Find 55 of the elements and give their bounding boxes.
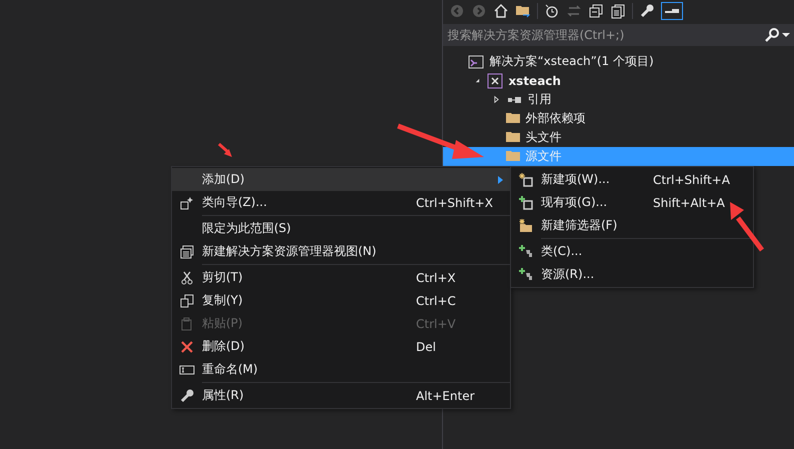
menu-item[interactable]: 类(C)... bbox=[511, 240, 753, 263]
menu-item[interactable]: 剪切(T) Ctrl+X bbox=[172, 266, 510, 289]
menu-item[interactable]: 资源(R)... bbox=[511, 263, 753, 286]
home[interactable] bbox=[493, 2, 510, 20]
delete-icon bbox=[179, 338, 195, 354]
window-view-icon bbox=[179, 244, 195, 260]
menu-item[interactable]: 新建筛选器(F) bbox=[511, 214, 753, 237]
menu-item[interactable]: 添加(D) bbox=[172, 168, 510, 191]
annotation-arrow bbox=[218, 142, 232, 157]
wrench-icon bbox=[639, 3, 656, 19]
menu-item[interactable]: 现有项(G)... Shift+Alt+A bbox=[511, 191, 753, 214]
add-resource-icon bbox=[518, 266, 534, 282]
show-files-icon bbox=[610, 3, 626, 19]
tree-item[interactable]: xsteach bbox=[443, 71, 794, 90]
collapse-all[interactable] bbox=[588, 2, 604, 20]
menu-item[interactable]: 删除(D) Del bbox=[172, 335, 510, 358]
show-files[interactable] bbox=[610, 2, 626, 20]
collapsed-arrow-icon bbox=[492, 95, 501, 104]
collapse-all-icon bbox=[588, 3, 604, 19]
history-icon bbox=[544, 3, 560, 19]
wrench[interactable] bbox=[639, 2, 656, 20]
folder-icon bbox=[506, 113, 520, 124]
tree-item[interactable]: 解决方案“xsteach”(1 个项目) bbox=[443, 52, 794, 71]
add-item-icon bbox=[518, 194, 534, 210]
tree-item[interactable]: 外部依赖项 bbox=[443, 109, 794, 128]
sync-folder-icon bbox=[515, 3, 532, 19]
menu-item[interactable]: 属性(R) Alt+Enter bbox=[172, 384, 510, 407]
new-folder-icon bbox=[518, 218, 534, 234]
tree-item[interactable]: 头文件 bbox=[443, 128, 794, 147]
menu-item[interactable]: 复制(Y) Ctrl+C bbox=[172, 289, 510, 312]
wrench-icon bbox=[179, 388, 195, 404]
project-icon bbox=[487, 72, 504, 88]
folder-icon bbox=[506, 132, 520, 143]
menu-item[interactable]: 限定为此范围(S) bbox=[172, 217, 510, 240]
back-icon bbox=[449, 3, 466, 19]
menu-item[interactable]: 新建项(W)... Ctrl+Shift+A bbox=[511, 168, 753, 191]
folder-icon bbox=[506, 151, 520, 162]
menu-item[interactable]: 重命名(M) bbox=[172, 358, 510, 381]
wizard-icon bbox=[179, 194, 195, 210]
preview[interactable] bbox=[661, 2, 684, 20]
annotation-arrow bbox=[730, 202, 764, 252]
copy-icon bbox=[179, 292, 195, 308]
sync-icon bbox=[566, 3, 582, 19]
menu-item[interactable]: 新建解决方案资源管理器视图(N) bbox=[172, 240, 510, 263]
add-class-icon bbox=[518, 244, 534, 260]
menu-item[interactable]: 类向导(Z)... Ctrl+Shift+X bbox=[172, 191, 510, 214]
dropdown-caret-icon bbox=[782, 33, 790, 37]
forward-icon bbox=[471, 3, 488, 19]
tree-item[interactable]: 引用 bbox=[443, 90, 794, 109]
new-item-icon bbox=[518, 172, 534, 188]
solution-icon bbox=[468, 54, 484, 70]
scissors-icon bbox=[179, 270, 195, 286]
search-icon bbox=[764, 27, 780, 43]
home-icon bbox=[493, 3, 510, 19]
history[interactable] bbox=[544, 2, 560, 20]
